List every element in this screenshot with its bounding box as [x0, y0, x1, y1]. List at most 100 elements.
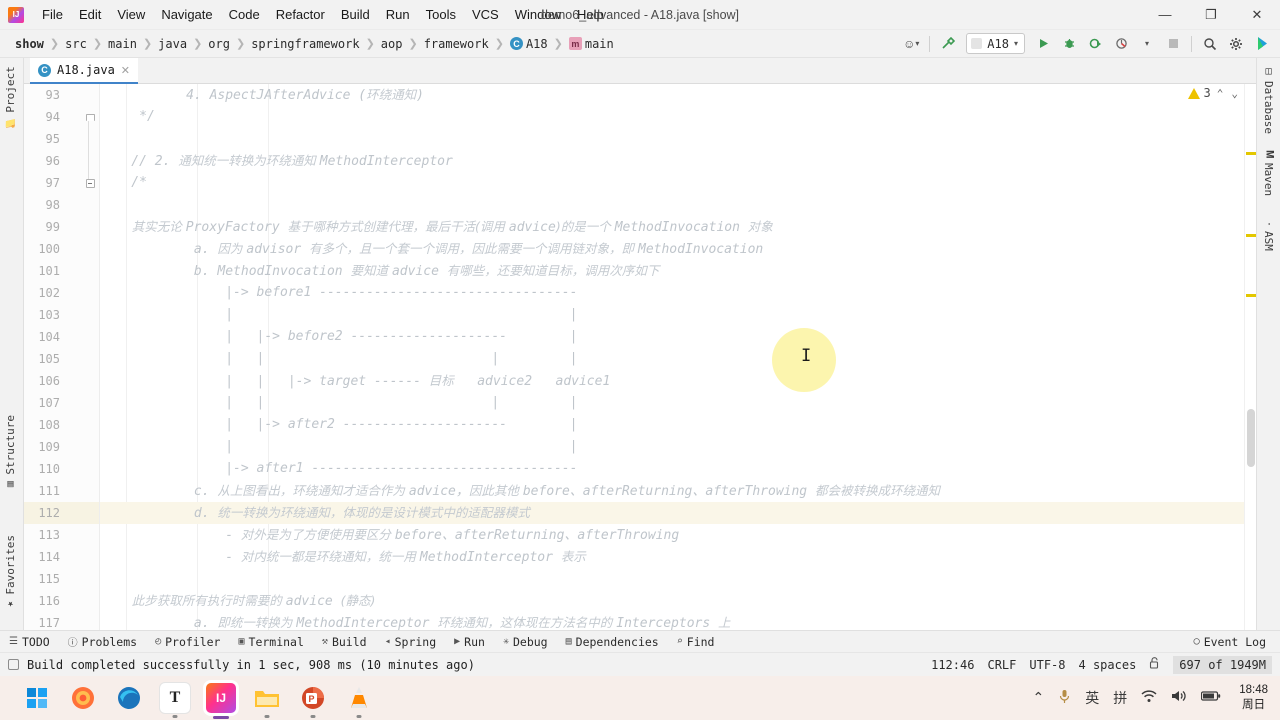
code-line[interactable]: b. MethodInvocation 要知道 advice 有哪些，还要知道目… [100, 260, 1256, 282]
line-number[interactable]: 98 [26, 194, 60, 216]
sidebar-item-favorites[interactable]: ★ Favorites [4, 535, 17, 610]
code-line[interactable]: | | [100, 304, 1256, 326]
tray-expand-icon[interactable]: ⌃ [1032, 690, 1044, 706]
build-status-message[interactable]: Build completed successfully in 1 sec, 9… [0, 658, 475, 672]
menu-navigate[interactable]: Navigate [153, 3, 220, 26]
line-number[interactable]: 114 [26, 546, 60, 568]
line-separator[interactable]: CRLF [987, 658, 1016, 672]
breadcrumb-java[interactable]: java [153, 35, 192, 53]
line-number[interactable]: 116 [26, 590, 60, 612]
code-line[interactable]: 其实无论 ProxyFactory 基于哪种方式创建代理，最后干活(调用 adv… [100, 216, 1256, 238]
intellij-idea-icon[interactable]: IJ [206, 683, 236, 713]
line-number[interactable]: 94 [26, 106, 60, 128]
sidebar-item-maven[interactable]: 𝐌 Maven [1262, 150, 1275, 196]
previous-problem-icon[interactable]: ⌃ [1215, 87, 1226, 100]
microphone-icon[interactable] [1058, 689, 1071, 708]
tool-window-terminal[interactable]: ▣ Terminal [229, 635, 312, 649]
caret-position[interactable]: 112:46 [931, 658, 974, 672]
vlc-icon[interactable] [344, 683, 374, 713]
menu-help[interactable]: Help [569, 3, 612, 26]
run-with-coverage-button[interactable] [1083, 33, 1107, 55]
profiler-button[interactable] [1109, 33, 1133, 55]
inspection-widget[interactable]: 3 ⌃ ⌄ [1187, 86, 1240, 100]
editor-gutter[interactable]: 93 94 95 96 97 98 99 100 101 102 103 104 105 106 107 10… [24, 84, 100, 630]
typora-icon[interactable]: T [160, 683, 190, 713]
build-project-button[interactable] [936, 33, 960, 55]
code-line[interactable]: |-> before1 ----------------------------… [100, 282, 1256, 304]
sidebar-item-structure[interactable]: ▤ Structure [4, 415, 17, 490]
breadcrumb-src[interactable]: src [60, 35, 92, 53]
line-number[interactable]: 111 [26, 480, 60, 502]
menu-code[interactable]: Code [221, 3, 268, 26]
code-line[interactable] [100, 194, 1256, 216]
code-line[interactable]: 4. AspectJAfterAdvice (环绕通知) [100, 84, 1256, 106]
code-line[interactable]: */ [100, 106, 1256, 128]
code-line[interactable]: a. 因为 advisor 有多个，且一个套一个调用，因此需要一个调用链对象，即… [100, 238, 1256, 260]
line-number[interactable]: 99 [26, 216, 60, 238]
tool-window-dependencies[interactable]: ▤ Dependencies [557, 635, 668, 649]
code-line[interactable]: | | [100, 436, 1256, 458]
warning-marker[interactable] [1246, 234, 1256, 237]
tab-a18-java[interactable]: C A18.java ✕ [30, 58, 139, 84]
editor-marker-track[interactable] [1244, 84, 1256, 630]
sidebar-item-database[interactable]: ◫ Database [1262, 66, 1275, 134]
event-log-button[interactable]: ◯ Event Log [1185, 635, 1280, 649]
close-icon[interactable]: ✕ [121, 64, 130, 77]
start-button[interactable] [22, 683, 52, 713]
menu-refactor[interactable]: Refactor [268, 3, 333, 26]
line-number[interactable]: 96 [26, 150, 60, 172]
line-number[interactable]: 108 [26, 414, 60, 436]
run-button[interactable] [1031, 33, 1055, 55]
sidebar-item-asm[interactable]: · ASM [1262, 221, 1275, 251]
code-line[interactable]: d. 统一转换为环绕通知，体现的是设计模式中的适配器模式 [100, 502, 1256, 524]
menu-build[interactable]: Build [333, 3, 378, 26]
line-number[interactable]: 93 [26, 84, 60, 106]
code-line[interactable]: | | | | [100, 348, 1256, 370]
menu-vcs[interactable]: VCS [464, 3, 507, 26]
stop-button[interactable] [1161, 33, 1185, 55]
settings-gear-icon[interactable] [1224, 33, 1248, 55]
code-line[interactable]: c. 从上图看出，环绕通知才适合作为 advice，因此其他 before、af… [100, 480, 1256, 502]
line-number[interactable]: 102 [26, 282, 60, 304]
memory-indicator[interactable]: 697 of 1949M [1173, 655, 1272, 674]
code-fold-toggle[interactable] [84, 172, 96, 194]
warning-marker[interactable] [1246, 294, 1256, 297]
warning-marker[interactable] [1246, 152, 1256, 155]
updates-icon[interactable] [1250, 33, 1274, 55]
line-number[interactable]: 104 [26, 326, 60, 348]
next-problem-icon[interactable]: ⌄ [1229, 87, 1240, 100]
breadcrumb-aop[interactable]: aop [376, 35, 408, 53]
ime-language-icon[interactable]: 英 [1085, 688, 1099, 708]
breadcrumb-framework[interactable]: framework [419, 35, 494, 53]
firefox-icon[interactable] [68, 683, 98, 713]
line-number[interactable]: 100 [26, 238, 60, 260]
line-number[interactable]: 109 [26, 436, 60, 458]
code-fold-toggle[interactable] [84, 106, 96, 128]
line-number[interactable]: 103 [26, 304, 60, 326]
code-line[interactable]: - 对内统一都是环绕通知，统一用 MethodInterceptor 表示 [100, 546, 1256, 568]
breadcrumb-show[interactable]: show [10, 35, 49, 53]
menu-file[interactable]: File [34, 3, 71, 26]
line-number[interactable]: 112 [26, 502, 60, 524]
tool-window-find[interactable]: ⌕ Find [668, 635, 724, 649]
powerpoint-icon[interactable]: P [298, 683, 328, 713]
file-explorer-icon[interactable] [252, 683, 282, 713]
search-everywhere-icon[interactable] [1198, 33, 1222, 55]
line-number[interactable]: 105 [26, 348, 60, 370]
tool-window-problems[interactable]: ⓘ Problems [59, 634, 146, 650]
line-number[interactable]: 115 [26, 568, 60, 590]
code-line[interactable]: | | | | [100, 392, 1256, 414]
code-line[interactable]: - 对外是为了方便使用要区分 before、afterReturning、aft… [100, 524, 1256, 546]
code-text-area[interactable]: 4. AspectJAfterAdvice (环绕通知) */ // 2. 通知… [100, 84, 1256, 630]
tool-window-profiler[interactable]: ◴ Profiler [146, 635, 229, 649]
edge-icon[interactable] [114, 683, 144, 713]
line-number[interactable]: 110 [26, 458, 60, 480]
minimize-icon[interactable]: — [1142, 0, 1188, 30]
code-line[interactable]: // 2. 通知统一转换为环绕通知 MethodInterceptor [100, 150, 1256, 172]
line-number[interactable]: 117 [26, 612, 60, 630]
tool-window-spring[interactable]: ◂ Spring [376, 635, 446, 649]
indent-setting[interactable]: 4 spaces [1079, 658, 1137, 672]
line-number[interactable]: 97 [26, 172, 60, 194]
menu-run[interactable]: Run [378, 3, 418, 26]
breadcrumb-method[interactable]: m main [564, 35, 619, 53]
